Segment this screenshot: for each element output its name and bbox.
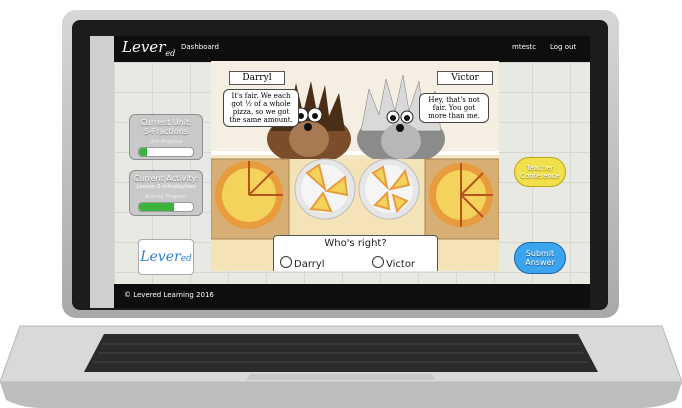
option-victor-label: Victor bbox=[386, 259, 416, 270]
darryl-name-tag: Darryl bbox=[229, 71, 285, 85]
option-darryl[interactable]: Darryl bbox=[280, 256, 325, 270]
option-darryl-label: Darryl bbox=[294, 259, 325, 270]
darryl-line-1: It's fair. We each bbox=[231, 92, 291, 100]
darryl-speech-bubble: It's fair. We each got ½ of a whole pizz… bbox=[223, 89, 299, 127]
current-activity-panel: Current Activity: Lesson 2-Introduction … bbox=[129, 170, 203, 216]
footer-copyright: © Levered Learning 2016 bbox=[124, 291, 214, 299]
activity-scene: Darryl Victor It's fair. We each got ½ o… bbox=[211, 61, 499, 271]
current-unit-panel: Current Unit: 5-Fractions Unit Progress bbox=[129, 114, 203, 160]
laptop-base bbox=[0, 325, 682, 408]
activity-progress-bar bbox=[138, 202, 194, 212]
submit-answer-button[interactable]: Submit Answer bbox=[514, 242, 566, 274]
top-navbar: Levered Dashboard mtestc Log out bbox=[114, 36, 590, 62]
unit-progress-fill bbox=[139, 148, 148, 156]
levered-logo: Levered bbox=[138, 239, 194, 275]
brand-main: Lever bbox=[122, 38, 166, 56]
activity-progress-label: Activity Progress bbox=[145, 194, 187, 200]
logo-main: Lever bbox=[140, 249, 181, 265]
unit-progress-bar bbox=[138, 147, 194, 157]
radio-darryl[interactable] bbox=[280, 256, 292, 268]
option-victor[interactable]: Victor bbox=[372, 256, 415, 270]
left-gutter bbox=[90, 36, 115, 308]
activity-progress-fill bbox=[139, 203, 175, 211]
teacher-label-2: Conference bbox=[519, 172, 560, 180]
darryl-line-2: got ½ of a whole bbox=[231, 100, 291, 108]
victor-line-1: Hey, that's not bbox=[428, 96, 480, 104]
submit-label-2: Answer bbox=[525, 258, 555, 267]
submit-label-1: Submit bbox=[525, 249, 555, 258]
victor-line-3: more than me. bbox=[428, 112, 480, 120]
question-box: Who's right? Darryl Victor bbox=[273, 235, 438, 271]
footer: © Levered Learning 2016 bbox=[114, 284, 590, 308]
activity-title-line1: Current Activity: bbox=[133, 174, 199, 183]
activity-title-line2: Lesson 2-Introduction bbox=[136, 184, 196, 190]
radio-victor[interactable] bbox=[372, 256, 384, 268]
unit-progress-label: Unit Progress bbox=[149, 139, 183, 145]
nav-dashboard[interactable]: Dashboard bbox=[181, 43, 219, 51]
victor-line-2: fair. You got bbox=[432, 104, 476, 112]
darryl-line-4: the same amount. bbox=[229, 116, 293, 124]
unit-title-line2: 5-Fractions bbox=[143, 127, 189, 136]
victor-speech-bubble: Hey, that's not fair. You got more than … bbox=[419, 93, 489, 123]
unit-title-line1: Current Unit: bbox=[140, 118, 192, 127]
teacher-conference-button[interactable]: Teacher Conference bbox=[514, 157, 566, 187]
logo-sub: ed bbox=[180, 254, 192, 264]
nav-username[interactable]: mtestc bbox=[512, 43, 536, 51]
question-text: Who's right? bbox=[324, 238, 387, 249]
darryl-line-3: pizza, so we got bbox=[232, 108, 290, 116]
brand-logo[interactable]: Levered bbox=[122, 38, 175, 58]
teacher-label-1: Teacher bbox=[526, 164, 554, 172]
nav-logout[interactable]: Log out bbox=[550, 43, 576, 51]
victor-name-tag: Victor bbox=[437, 71, 493, 85]
brand-sub: ed bbox=[165, 49, 176, 58]
